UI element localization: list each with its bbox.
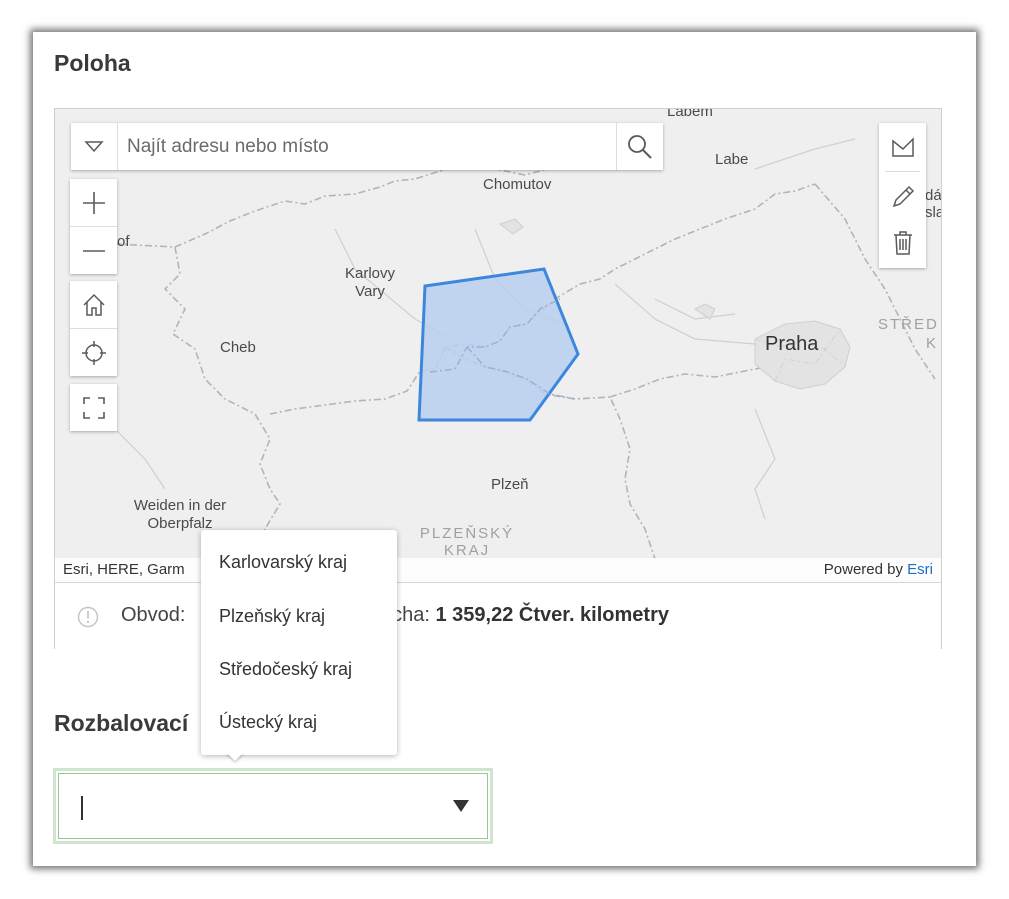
sketch-toolbar: [879, 123, 926, 268]
map-attribution: Esri, HERE, Garm Powered by Esri: [55, 558, 941, 582]
map-label-plzen: Plzeň: [491, 476, 529, 493]
chevron-down-icon: [84, 141, 104, 153]
fullscreen-icon: [83, 397, 105, 419]
measurement-status: Obvod: ocha: 1 359,22 Čtver. kilometry: [55, 582, 941, 649]
map-label-weiden: Weiden in der Oberpfalz: [133, 497, 227, 532]
search-input[interactable]: [127, 123, 607, 170]
dropdown-input[interactable]: [58, 773, 488, 839]
map-label-labe: Labe: [715, 151, 749, 168]
map-label-partial-of: of: [117, 233, 130, 250]
dropdown-select[interactable]: [53, 768, 493, 844]
perimeter-label: Obvod:: [121, 604, 186, 626]
search-button[interactable]: [616, 123, 663, 170]
fullscreen-button[interactable]: [70, 384, 117, 431]
locate-icon: [82, 341, 106, 365]
navigation-controls: [70, 281, 117, 376]
form-card: Poloha Labem Labe Chomutov Karlovy Vary …: [33, 32, 976, 866]
search-widget: [71, 123, 663, 170]
sketch-divider: [885, 171, 920, 172]
pencil-icon: [892, 185, 915, 208]
locate-button[interactable]: [70, 328, 117, 376]
map-label-praha: Praha: [765, 333, 819, 355]
home-button[interactable]: [70, 281, 117, 328]
search-source-button[interactable]: [71, 123, 118, 170]
polygon-tool-button[interactable]: [879, 123, 926, 169]
home-icon: [83, 293, 105, 316]
polygon-icon: [892, 137, 914, 157]
fullscreen-control: [70, 384, 117, 431]
zoom-in-button[interactable]: [70, 179, 117, 226]
option-ustecky-kraj[interactable]: Ústecký kraj: [219, 712, 317, 733]
area-readout: ocha: 1 359,22 Čtver. kilometry: [381, 604, 669, 627]
section-title-dropdown: Rozbalovací: [54, 710, 189, 736]
section-title-location: Poloha: [54, 50, 131, 76]
map-label-chomutov: Chomutov: [483, 176, 552, 193]
text-cursor: [81, 796, 83, 820]
map-label-labem: Labem: [667, 109, 713, 120]
map-view[interactable]: Labem Labe Chomutov Karlovy Vary Cheb Pr…: [55, 109, 941, 582]
drawn-polygon[interactable]: [417, 267, 580, 422]
zoom-controls: [70, 179, 117, 274]
map-label-karlovy-vary: Karlovy Vary: [344, 265, 396, 300]
map-label-partial-right: dá sla: [925, 187, 941, 221]
minus-icon: [83, 250, 105, 252]
search-icon: [628, 135, 652, 159]
zoom-out-button[interactable]: [70, 226, 117, 274]
edit-button[interactable]: [879, 173, 926, 219]
info-icon: [77, 606, 99, 628]
area-value: 1 359,22 Čtver. kilometry: [435, 604, 669, 626]
trash-icon: [894, 231, 912, 255]
map-label-cheb: Cheb: [220, 339, 256, 356]
delete-button[interactable]: [879, 219, 926, 265]
powered-by: Powered by Esri: [823, 561, 933, 578]
option-stredocesky-kraj[interactable]: Středočeský kraj: [219, 659, 352, 680]
attribution-text: Esri, HERE, Garm: [63, 561, 185, 578]
dropdown-options-menu: Karlovarský kraj Plzeňský kraj Středočes…: [201, 530, 397, 755]
plus-icon: [83, 192, 105, 214]
esri-link[interactable]: Esri: [907, 561, 933, 578]
option-plzensky-kraj[interactable]: Plzeňský kraj: [219, 606, 325, 627]
map-label-stredocesky: STŘED K: [878, 316, 939, 352]
option-karlovarsky-kraj[interactable]: Karlovarský kraj: [219, 552, 347, 573]
popup-pointer: [226, 752, 244, 761]
map-widget: Labem Labe Chomutov Karlovy Vary Cheb Pr…: [54, 108, 942, 649]
map-label-plzensky-kraj: PLZEŇSKÝ KRAJ: [419, 525, 515, 559]
chevron-down-icon[interactable]: [453, 800, 469, 812]
